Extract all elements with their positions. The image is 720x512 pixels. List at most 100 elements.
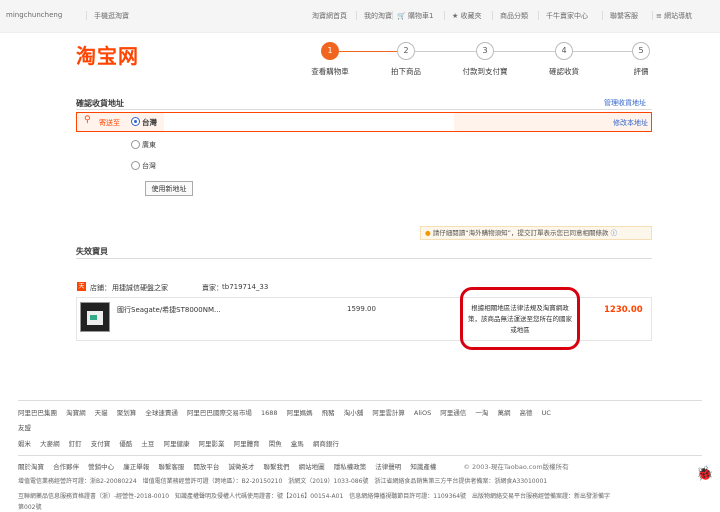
footer-link[interactable]: 阿里通信 (440, 409, 466, 417)
footer-link[interactable]: 飛豬 (322, 409, 335, 417)
footer-link[interactable]: 1688 (261, 409, 278, 417)
footer-link[interactable]: 支付寶 (91, 440, 111, 448)
footer-link[interactable]: 知識產權 (410, 463, 436, 471)
footer-link[interactable]: UC (542, 409, 551, 417)
footer-link[interactable]: 友盟 (18, 424, 31, 432)
group-links-row-3: 蝦米 大麥網 釘釘 支付寶 優酷 土豆 阿里健康 阿里影業 阿里體育 閑魚 盒馬… (18, 438, 346, 448)
divider (538, 11, 539, 20)
footer-link[interactable]: 聯繫我們 (264, 463, 290, 471)
footer-link[interactable]: 閑魚 (269, 440, 282, 448)
footer-link[interactable]: 阿里影業 (199, 440, 225, 448)
step-2-label: 拍下商品 (391, 67, 421, 76)
location-pin-icon: ⚲ (84, 115, 91, 125)
footer-link[interactable]: 盒馬 (291, 440, 304, 448)
item-title-link[interactable]: 國行Seagate/希捷ST8000NM... (117, 305, 221, 315)
footer-link[interactable]: 土豆 (141, 440, 154, 448)
item-total: 1230.00 (604, 305, 643, 315)
taobao-logo[interactable]: 淘宝网 (76, 40, 139, 69)
footer-link[interactable]: 優酷 (119, 440, 132, 448)
group-links-row: 阿里巴巴集團 淘寶網 天貓 聚划算 全球速賣通 阿里巴巴國際交易市場 1688 … (18, 407, 558, 417)
footer-link[interactable]: 蝦米 (18, 440, 31, 448)
cart-label: 購物車1 (407, 12, 434, 20)
footer-divider (18, 400, 702, 401)
footer-link[interactable]: 阿里巴巴集團 (18, 409, 57, 417)
license-line-3: 第002號 (18, 504, 42, 511)
address-radio-3[interactable] (131, 161, 140, 170)
footer-link[interactable]: 全球速賣通 (145, 409, 178, 417)
divider (492, 11, 493, 20)
address-radio-2[interactable] (131, 140, 140, 149)
divider (444, 11, 445, 20)
footer-link[interactable]: 關於淘寶 (18, 463, 44, 471)
footer-link[interactable]: 天貓 (95, 409, 108, 417)
menu-icon: ≡ (656, 12, 662, 20)
my-taobao-link[interactable]: 我的淘寶 (364, 11, 392, 21)
shop-badge: 天 (77, 282, 86, 291)
footer-link[interactable]: 法律聲明 (375, 463, 401, 471)
footer-link[interactable]: 誠徵英才 (228, 463, 254, 471)
footer-link[interactable]: 一淘 (475, 409, 488, 417)
overseas-notice: ● 請仔細閱讀“海外購物須知”，提交訂單表示您已同意相關條款 ⓘ (420, 226, 652, 240)
footer-link[interactable]: 阿里雲計算 (372, 409, 405, 417)
manage-address-link[interactable]: 管理收貨地址 (604, 98, 646, 108)
footer-link[interactable]: 隱私權政策 (334, 463, 367, 471)
invalid-reason-text: 根據相關地區法律法規及淘寶網政策，該商品無法運送至您所在的國家或地區 (468, 304, 572, 334)
footer-link[interactable]: AliOS (414, 409, 431, 417)
footer-link[interactable]: 淘小舖 (344, 409, 364, 417)
footer-link[interactable]: 廉正舉報 (123, 463, 149, 471)
step-5-label: 評價 (633, 67, 649, 76)
step-3-indicator: 3 (476, 42, 494, 60)
footer-link[interactable]: 高德 (520, 409, 533, 417)
footer-link[interactable]: 阿里體育 (234, 440, 260, 448)
seller-center-link[interactable]: 千牛賣家中心 (546, 11, 588, 21)
step-connector (573, 51, 632, 52)
divider (652, 11, 653, 20)
help-icon[interactable]: ⓘ (611, 229, 618, 237)
footer-link[interactable]: 阿里健康 (163, 440, 189, 448)
footer-link[interactable]: 營銷中心 (88, 463, 114, 471)
footer-link[interactable]: 網站地圖 (299, 463, 325, 471)
footer-link[interactable]: 大麥網 (40, 440, 60, 448)
categories-link[interactable]: 商品分類 (500, 11, 528, 21)
modify-address-link[interactable]: 修改本地址 (613, 118, 648, 128)
invalid-items-title: 失效寶貝 (76, 247, 108, 256)
divider (76, 258, 652, 259)
username-link[interactable]: mingchuncheng (6, 11, 62, 19)
footer-link[interactable]: 聚划算 (117, 409, 137, 417)
address-section-title: 確認收貨地址 (76, 99, 124, 108)
feedback-bug-icon[interactable]: 🐞 (696, 466, 713, 482)
taobao-home-link[interactable]: 淘寶網首頁 (312, 11, 347, 21)
favorites-link[interactable]: ★ 收藏夾 (452, 11, 482, 21)
footer-link[interactable]: 開放平台 (193, 463, 219, 471)
address-radio-selected[interactable] (131, 117, 140, 126)
redacted-area (156, 132, 456, 176)
divider (356, 11, 357, 20)
divider (76, 109, 652, 110)
customer-service-link[interactable]: 聯繫客服 (610, 11, 638, 21)
footer-link[interactable]: 萬網 (497, 409, 510, 417)
footer-link[interactable]: 釘釘 (69, 440, 82, 448)
license-line-1: 增值電信業務經營許可證：浙B2-20080224 增值電信業務經營許可證（跨地區… (18, 478, 548, 485)
footer-link[interactable]: 合作夥伴 (53, 463, 79, 471)
item-thumbnail[interactable] (80, 302, 110, 332)
footer-link[interactable]: 阿里巴巴國際交易市場 (187, 409, 252, 417)
footer-link[interactable]: 阿里媽媽 (287, 409, 313, 417)
top-nav-bar: mingchuncheng 手機逛淘寶 淘寶網首頁 我的淘寶 🛒 購物車1 ★ … (0, 0, 720, 33)
step-4-indicator: 4 (555, 42, 573, 60)
use-new-address-button[interactable]: 使用新地址 (145, 181, 193, 196)
store-name-link[interactable]: 用捷誠信硬盤之家 (112, 283, 168, 293)
item-price: 1599.00 (347, 305, 376, 313)
star-icon: ★ (452, 12, 459, 20)
redacted-area (164, 113, 454, 131)
sitemap-link[interactable]: ≡ 網站導航 (656, 11, 692, 21)
send-to-label: 寄送至 (99, 119, 120, 127)
seller-name-link[interactable]: tb719714_33 (222, 283, 268, 291)
mobile-link[interactable]: 手機逛淘寶 (94, 11, 129, 21)
footer-link[interactable]: 聯繫客服 (158, 463, 184, 471)
footer-link[interactable]: 網商銀行 (313, 440, 339, 448)
group-links-row-2: 友盟 (18, 422, 38, 432)
footer-link[interactable]: 淘寶網 (66, 409, 86, 417)
step-4-label: 確認收貨 (549, 67, 579, 76)
copyright-text: © 2003-現在Taobao.com版權所有 (463, 463, 569, 471)
cart-link[interactable]: 🛒 購物車1 (397, 11, 433, 21)
